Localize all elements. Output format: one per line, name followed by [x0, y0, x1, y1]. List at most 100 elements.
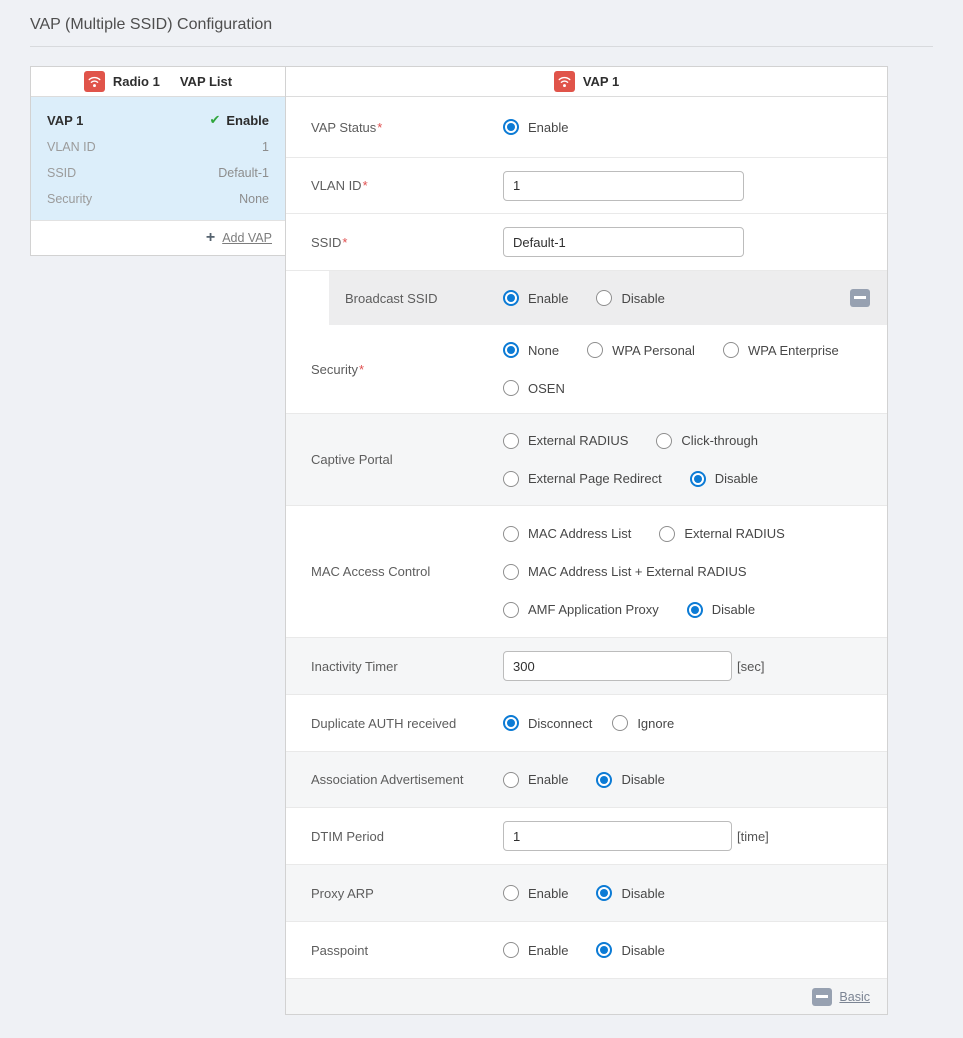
radio-icon[interactable]: [503, 433, 519, 449]
vap-field-value: Default-1: [218, 166, 269, 180]
radio-icon[interactable]: [656, 433, 672, 449]
dtim-period-label: DTIM Period: [286, 829, 503, 844]
row-vlan-id: VLAN ID*: [286, 157, 887, 213]
radio-icon[interactable]: [503, 526, 519, 542]
mac-access-control-label: MAC Access Control: [286, 564, 503, 579]
radio-icon[interactable]: [596, 885, 612, 901]
radio-mac-external-radius[interactable]: External RADIUS: [659, 526, 784, 542]
row-passpoint: Passpoint Enable Disable: [286, 921, 887, 978]
proxy-arp-label: Proxy ARP: [286, 886, 503, 901]
required-marker: *: [342, 235, 347, 250]
row-ssid: SSID*: [286, 213, 887, 270]
radio-captive-disable[interactable]: Disable: [690, 471, 758, 487]
radio-security-none[interactable]: None: [503, 342, 559, 358]
radio-icon[interactable]: [659, 526, 675, 542]
vap-config-header: VAP 1: [286, 67, 887, 97]
inactivity-timer-input[interactable]: [503, 651, 732, 681]
radio-security-wpa-personal[interactable]: WPA Personal: [587, 342, 695, 358]
vap-card-status-text: Enable: [226, 113, 269, 128]
proxy-arp-controls: Enable Disable: [503, 873, 887, 913]
radio-mac-list-plus-external-radius[interactable]: MAC Address List + External RADIUS: [503, 564, 747, 580]
radio-icon[interactable]: [612, 715, 628, 731]
vlan-id-controls: [503, 159, 887, 213]
radio-icon[interactable]: [596, 942, 612, 958]
radio-icon[interactable]: [503, 290, 519, 306]
radio-icon[interactable]: [503, 342, 519, 358]
radio-proxy-arp-disable[interactable]: Disable: [596, 885, 664, 901]
radio-proxy-arp-enable[interactable]: Enable: [503, 885, 568, 901]
add-vap-button[interactable]: + Add VAP: [31, 220, 285, 255]
passpoint-controls: Enable Disable: [503, 930, 887, 970]
sub-row-indent: [286, 271, 329, 325]
radio-icon[interactable]: [503, 942, 519, 958]
mac-access-control-controls: MAC Address List External RADIUS MAC Add…: [503, 514, 887, 630]
radio-icon[interactable]: [690, 471, 706, 487]
radio-passpoint-disable[interactable]: Disable: [596, 942, 664, 958]
radio-icon[interactable]: [503, 471, 519, 487]
radio-passpoint-enable[interactable]: Enable: [503, 942, 568, 958]
radio-security-osen[interactable]: OSEN: [503, 380, 565, 396]
vap-field-value: 1: [262, 140, 269, 154]
vap-list-item[interactable]: VAP 1 ✔ Enable VLAN ID 1 SSID Default-1 …: [31, 97, 285, 220]
vlan-id-input[interactable]: [503, 171, 744, 201]
radio-icon[interactable]: [503, 564, 519, 580]
page-title: VAP (Multiple SSID) Configuration: [0, 0, 963, 34]
radio-captive-click-through[interactable]: Click-through: [656, 433, 758, 449]
check-icon: ✔: [209, 112, 220, 128]
radio-association-disable[interactable]: Disable: [596, 772, 664, 788]
vap-config-title: VAP 1: [583, 74, 619, 89]
radio-captive-external-page-redirect[interactable]: External Page Redirect: [503, 471, 662, 487]
radio-broadcast-disable[interactable]: Disable: [596, 290, 664, 306]
vap-list-label: VAP List: [180, 74, 232, 89]
security-controls: None WPA Personal WPA Enterprise OSEN: [503, 330, 887, 408]
radio-icon[interactable]: [587, 342, 603, 358]
plus-icon: +: [206, 230, 215, 246]
required-marker: *: [363, 178, 368, 193]
ssid-input[interactable]: [503, 227, 744, 257]
radio-duplicate-auth-disconnect[interactable]: Disconnect: [503, 715, 592, 731]
add-vap-label[interactable]: Add VAP: [222, 231, 272, 245]
radio-icon[interactable]: [687, 602, 703, 618]
vap-field-row: VLAN ID 1: [47, 140, 269, 154]
vap-field-label: SSID: [47, 166, 76, 180]
radio-icon[interactable]: [503, 380, 519, 396]
radio-broadcast-enable[interactable]: Enable: [503, 290, 568, 306]
row-association-advertisement: Association Advertisement Enable Disable: [286, 751, 887, 807]
radio-vap-status-enable[interactable]: Enable: [503, 119, 568, 135]
radio-icon[interactable]: [596, 290, 612, 306]
radio-icon[interactable]: [503, 715, 519, 731]
ssid-label: SSID*: [286, 235, 503, 250]
collapse-basic-minus-button[interactable]: [812, 988, 832, 1006]
duplicate-auth-label: Duplicate AUTH received: [286, 716, 503, 731]
radio-mac-disable[interactable]: Disable: [687, 602, 755, 618]
inactivity-timer-controls: [sec]: [503, 639, 887, 693]
vap-field-row: SSID Default-1: [47, 166, 269, 180]
vlan-id-label: VLAN ID*: [286, 178, 503, 193]
vap-config-panel: VAP 1 VAP Status* Enable VLAN ID*: [285, 66, 888, 1015]
radio-captive-external-radius[interactable]: External RADIUS: [503, 433, 628, 449]
radio-association-enable[interactable]: Enable: [503, 772, 568, 788]
required-marker: *: [377, 120, 382, 135]
radio-icon[interactable]: [723, 342, 739, 358]
radio-icon[interactable]: [503, 119, 519, 135]
radio-mac-address-list[interactable]: MAC Address List: [503, 526, 631, 542]
radio-mac-amf-application-proxy[interactable]: AMF Application Proxy: [503, 602, 659, 618]
radio-icon[interactable]: [503, 885, 519, 901]
collapse-broadcast-minus-button[interactable]: [850, 289, 870, 307]
passpoint-label: Passpoint: [286, 943, 503, 958]
basic-link[interactable]: Basic: [839, 990, 870, 1004]
radio-icon[interactable]: [503, 602, 519, 618]
radio-security-wpa-enterprise[interactable]: WPA Enterprise: [723, 342, 839, 358]
captive-portal-label: Captive Portal: [286, 452, 503, 467]
title-divider: [30, 46, 933, 47]
inactivity-timer-unit: [sec]: [737, 659, 764, 674]
content-area: Radio 1 VAP List VAP 1 ✔ Enable VLAN ID …: [30, 66, 933, 1015]
dtim-period-input[interactable]: [503, 821, 732, 851]
radio-duplicate-auth-ignore[interactable]: Ignore: [612, 715, 674, 731]
required-marker: *: [359, 362, 364, 377]
radio-icon[interactable]: [503, 772, 519, 788]
vap-status-controls: Enable: [503, 107, 887, 147]
association-advertisement-controls: Enable Disable: [503, 760, 887, 800]
row-mac-access-control: MAC Access Control MAC Address List Exte…: [286, 505, 887, 637]
radio-icon[interactable]: [596, 772, 612, 788]
